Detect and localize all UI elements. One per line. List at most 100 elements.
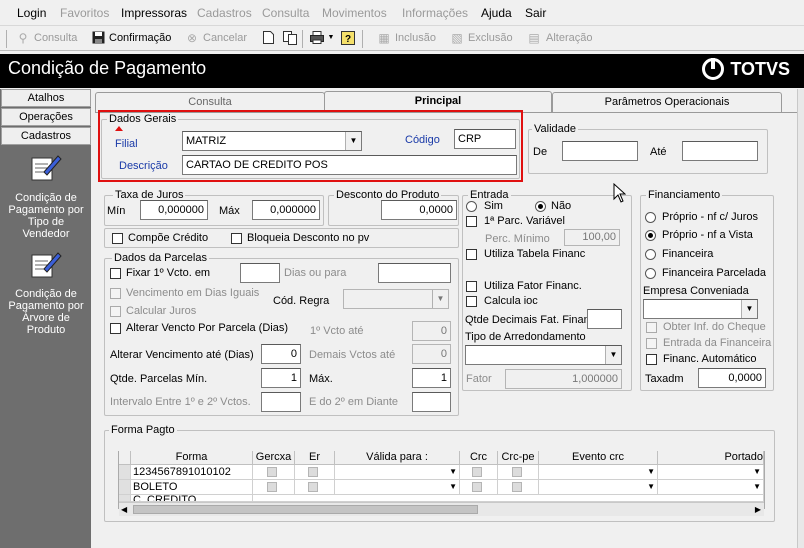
chevron-down-icon[interactable]: ▼ <box>449 465 457 479</box>
table-cell[interactable] <box>460 465 498 480</box>
er-checkbox[interactable] <box>308 482 318 492</box>
menu-impressoras[interactable]: Impressoras <box>121 6 187 20</box>
primeira-parc-checkbox[interactable] <box>466 216 477 227</box>
table-cell[interactable] <box>253 465 295 480</box>
menu-movimentos[interactable]: Movimentos <box>322 6 387 20</box>
table-cell[interactable] <box>460 480 498 495</box>
financeira-parcelada-radio[interactable] <box>645 268 656 279</box>
venc-iguais-checkbox[interactable] <box>110 288 121 299</box>
search-icon[interactable]: ⚲ <box>16 31 30 45</box>
e-do-field[interactable] <box>412 392 451 412</box>
tab-parametros[interactable]: Parâmetros Operacionais <box>552 92 782 112</box>
taxadm-field[interactable]: 0,0000 <box>698 368 766 388</box>
chevron-down-icon[interactable]: ▼ <box>753 465 761 479</box>
table-cell[interactable]: ▼ <box>658 480 764 495</box>
save-icon[interactable] <box>91 31 105 45</box>
new-document-icon[interactable] <box>261 31 275 45</box>
financ-automatico-checkbox[interactable] <box>646 354 657 365</box>
add-icon[interactable]: ▦ <box>377 31 391 45</box>
cancelar-button[interactable]: Cancelar <box>203 32 247 44</box>
cadastros-button[interactable]: Cadastros <box>1 127 91 145</box>
tabela-financ-checkbox[interactable] <box>466 249 477 260</box>
atalhos-button[interactable]: Atalhos <box>1 89 91 107</box>
edit-icon[interactable]: ▤ <box>527 31 541 45</box>
taxa-min-field[interactable]: 0,000000 <box>140 200 208 220</box>
chevron-down-icon[interactable]: ▼ <box>449 480 457 494</box>
gercxa-checkbox[interactable] <box>267 482 277 492</box>
table-row-forma[interactable]: C. CREDITO <box>131 495 253 502</box>
chevron-down-icon[interactable]: ▼ <box>605 346 621 364</box>
chevron-down-icon[interactable]: ▼ <box>647 465 655 479</box>
alteracao-button[interactable]: Alteração <box>546 32 592 44</box>
exclusao-button[interactable]: Exclusão <box>468 32 513 44</box>
table-cell[interactable] <box>498 480 539 495</box>
validade-de-field[interactable] <box>562 141 638 161</box>
copy-document-icon[interactable] <box>283 31 297 45</box>
fator-financ-checkbox[interactable] <box>466 281 477 292</box>
qtde-min-field[interactable]: 1 <box>261 368 301 388</box>
intervalo-field[interactable] <box>261 392 301 412</box>
document-pen-icon[interactable] <box>30 249 62 279</box>
fator-field[interactable]: 1,000000 <box>505 369 622 389</box>
compoe-credito-checkbox[interactable] <box>112 233 123 244</box>
crc-pe-checkbox[interactable] <box>512 467 522 477</box>
document-pen-icon[interactable] <box>30 152 62 182</box>
table-row-forma[interactable]: BOLETO <box>131 480 253 495</box>
row-selector[interactable] <box>119 495 131 502</box>
alterar-ate-field[interactable]: 0 <box>261 344 301 364</box>
table-cell[interactable]: ▼ <box>539 480 658 495</box>
chevron-down-icon[interactable]: ▼ <box>647 480 655 494</box>
fixar-field[interactable] <box>240 263 280 283</box>
table-cell[interactable] <box>295 480 335 495</box>
proprio-vista-radio[interactable] <box>645 230 656 241</box>
filial-select[interactable]: MATRIZ ▼ <box>182 131 362 151</box>
table-cell[interactable] <box>295 465 335 480</box>
bloqueia-desconto-checkbox[interactable] <box>231 233 242 244</box>
qtde-max-field[interactable]: 1 <box>412 368 451 388</box>
vertical-scrollbar[interactable] <box>797 89 804 548</box>
cancel-icon[interactable]: ⊗ <box>185 31 199 45</box>
scroll-left-icon[interactable]: ◀ <box>121 503 127 516</box>
menu-ajuda[interactable]: Ajuda <box>481 6 512 20</box>
menu-informacoes[interactable]: Informações <box>402 6 468 20</box>
fixar-checkbox[interactable] <box>110 268 121 279</box>
confirmacao-button[interactable]: Confirmação <box>109 32 171 44</box>
chevron-down-icon[interactable]: ▼ <box>753 480 761 494</box>
table-cell[interactable]: ▼ <box>539 465 658 480</box>
empresa-conveniada-select[interactable]: ▼ <box>643 299 758 319</box>
financeira-radio[interactable] <box>645 249 656 260</box>
delete-icon[interactable]: ▧ <box>450 31 464 45</box>
menu-sair[interactable]: Sair <box>525 6 546 20</box>
chevron-down-icon[interactable]: ▼ <box>432 290 448 308</box>
scroll-right-icon[interactable]: ▶ <box>755 503 761 516</box>
tab-consulta[interactable]: Consulta <box>95 92 325 112</box>
tab-principal[interactable]: Principal <box>324 91 552 113</box>
horizontal-scrollbar[interactable]: ◀ ▶ <box>119 502 764 516</box>
table-cell[interactable] <box>253 480 295 495</box>
codigo-field[interactable]: CRP <box>454 129 516 149</box>
dias-ou-para-field[interactable] <box>378 263 451 283</box>
calcula-ioc-checkbox[interactable] <box>466 296 477 307</box>
cod-regra-select[interactable]: ▼ <box>343 289 449 309</box>
chevron-down-icon[interactable]: ▼ <box>324 31 338 45</box>
er-checkbox[interactable] <box>308 467 318 477</box>
crc-pe-checkbox[interactable] <box>512 482 522 492</box>
table-cell[interactable]: ▼ <box>335 480 460 495</box>
desconto-field[interactable]: 0,0000 <box>381 200 457 220</box>
consulta-button[interactable]: Consulta <box>34 32 77 44</box>
validade-ate-field[interactable] <box>682 141 758 161</box>
sidebar-item-arvore-produto[interactable]: Condição de Pagamento por Árvore de Prod… <box>3 288 89 336</box>
sidebar-item-tipo-vendedor[interactable]: Condição de Pagamento por Tipo de Vended… <box>3 192 89 240</box>
table-cell[interactable] <box>498 465 539 480</box>
row-selector[interactable] <box>119 465 131 480</box>
qtde-decimais-field[interactable] <box>587 309 622 329</box>
menu-consulta[interactable]: Consulta <box>262 6 309 20</box>
crc-checkbox[interactable] <box>472 482 482 492</box>
alterar-vencto-checkbox[interactable] <box>110 323 121 334</box>
crc-checkbox[interactable] <box>472 467 482 477</box>
primeiro-vcto-field[interactable]: 0 <box>412 321 451 341</box>
menu-login[interactable]: Login <box>17 6 46 20</box>
printer-icon[interactable] <box>310 31 324 45</box>
entrada-financeira-checkbox[interactable] <box>646 338 657 349</box>
demais-vctos-field[interactable]: 0 <box>412 344 451 364</box>
